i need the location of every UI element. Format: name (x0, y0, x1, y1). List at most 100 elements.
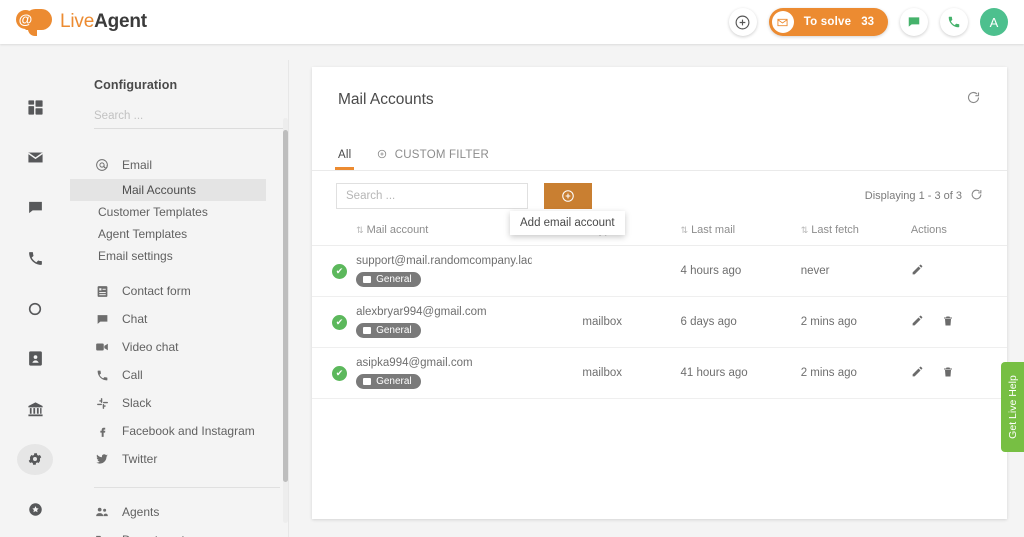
pagination-info: Displaying 1 - 3 of 3 (865, 188, 983, 204)
nav-label: Twitter (122, 452, 158, 466)
nav-item-call[interactable]: Call (94, 361, 266, 389)
app-root: @ LiveAgent To solve 33 A Configuration … (0, 0, 1024, 537)
col-mail-account-label: Mail account (366, 224, 429, 236)
facebook-icon (94, 425, 110, 438)
star-circle-icon (28, 503, 42, 516)
department-badge: General (356, 374, 421, 389)
rail-item-dashboard[interactable] (17, 92, 53, 123)
edit-button[interactable] (911, 314, 924, 330)
brand-agent: Agent (94, 11, 147, 32)
rail-item-help[interactable] (17, 494, 53, 525)
row-status: ✔ (312, 296, 357, 348)
add-email-account-button[interactable] (544, 183, 592, 209)
delete-button[interactable] (942, 366, 954, 381)
phone-icon (94, 369, 110, 382)
dashboard-icon (27, 100, 43, 115)
panel-header: Mail Accounts (312, 67, 1007, 132)
nav-item-slack[interactable]: Slack (94, 389, 266, 417)
search-input[interactable] (336, 183, 528, 209)
chat-button[interactable] (900, 8, 928, 36)
plus-circle-icon (562, 190, 574, 202)
header-actions: To solve 33 A (728, 8, 1008, 36)
tab-custom-filter[interactable]: CUSTOM FILTER (377, 149, 489, 170)
pencil-icon (912, 315, 923, 326)
envelope-icon (771, 11, 794, 33)
trash-icon (943, 367, 952, 376)
get-live-help-tab[interactable]: Get Live Help (1001, 362, 1024, 452)
col-last-mail[interactable]: ⇅ Last mail (680, 221, 801, 246)
rail-item-status[interactable] (17, 293, 53, 324)
department-label: General (376, 274, 412, 285)
table-row[interactable]: ✔ support@mail.randomcompany.lade Genera… (312, 245, 1007, 297)
department-badge: General (356, 272, 421, 287)
to-solve-pill[interactable]: To solve 33 (768, 8, 888, 36)
rail-item-chat[interactable] (17, 193, 53, 224)
nav-item-email[interactable]: Email (94, 151, 266, 179)
nav-item-departments[interactable]: Departments (94, 526, 266, 537)
rail-item-configuration[interactable] (17, 444, 53, 475)
row-actions (910, 347, 1007, 399)
rail-item-billing[interactable] (17, 394, 53, 425)
nav-label: Agents (122, 505, 160, 519)
edit-button[interactable] (911, 365, 924, 381)
nav-item-contact-form[interactable]: Contact form (94, 277, 266, 305)
nav-item-twitter[interactable]: Twitter (94, 445, 266, 473)
table-row[interactable]: ✔ alexbryar994@gmail.com General mailbox… (312, 296, 1007, 348)
edit-button[interactable] (911, 263, 924, 279)
nav-item-agents[interactable]: Agents (94, 498, 266, 526)
brand-logo[interactable]: @ LiveAgent (16, 9, 147, 36)
department-badge: General (356, 323, 421, 338)
sidebar-item-agent-templates[interactable]: Agent Templates (70, 223, 266, 245)
left-icon-rail (0, 44, 70, 537)
row-status: ✔ (312, 245, 357, 297)
phone-icon (28, 251, 42, 265)
row-type: mailbox (582, 296, 681, 348)
brand-text: LiveAgent (60, 11, 147, 33)
sidebar-item-email-settings[interactable]: Email settings (70, 245, 266, 267)
refresh-icon (967, 91, 980, 104)
nav-label: Call (122, 368, 143, 382)
user-avatar[interactable]: A (980, 8, 1008, 36)
sidebar-item-mail-accounts[interactable]: Mail Accounts (70, 179, 266, 201)
nav-label: Contact form (122, 284, 191, 298)
folder-icon (363, 276, 372, 283)
sidebar-item-customer-templates[interactable]: Customer Templates (70, 201, 266, 223)
status-active-icon: ✔ (332, 365, 347, 381)
col-status (312, 221, 357, 246)
phone-button[interactable] (940, 8, 968, 36)
col-last-fetch[interactable]: ⇅ Last fetch (800, 221, 911, 246)
table-refresh-button[interactable] (970, 188, 983, 204)
nav-label: Email (122, 158, 153, 172)
rail-item-mail[interactable] (17, 142, 53, 173)
row-last-mail: 4 hours ago (680, 245, 801, 297)
rail-item-contacts[interactable] (17, 343, 53, 374)
slack-icon (94, 397, 110, 410)
nav-item-facebook-instagram[interactable]: Facebook and Instagram (94, 417, 266, 445)
to-solve-label: To solve (803, 16, 852, 28)
config-search-input[interactable] (94, 110, 288, 129)
nav-item-chat[interactable]: Chat (94, 305, 266, 333)
row-account: alexbryar994@gmail.com General (356, 296, 583, 348)
status-active-icon: ✔ (332, 314, 347, 330)
panel-refresh-button[interactable] (966, 90, 981, 109)
nav-label: Chat (122, 312, 148, 326)
plus-circle-icon (735, 15, 750, 29)
displaying-label: Displaying 1 - 3 of 3 (864, 190, 962, 202)
table-toolbar: Displaying 1 - 3 of 3 Add email account (312, 171, 1007, 235)
status-active-icon: ✔ (332, 263, 347, 279)
departments-icon (94, 533, 110, 537)
department-label: General (376, 376, 412, 387)
bank-icon (27, 402, 43, 416)
delete-button[interactable] (942, 315, 954, 330)
get-live-help-label: Get Live Help (1006, 375, 1019, 439)
nav-item-video-chat[interactable]: Video chat (94, 333, 266, 361)
rail-item-call[interactable] (17, 243, 53, 274)
tab-all[interactable]: All (334, 149, 355, 170)
avatar-initial: A (989, 14, 999, 30)
add-new-button[interactable] (728, 8, 757, 36)
col-actions-label: Actions (910, 224, 947, 236)
contacts-icon (28, 351, 42, 366)
phone-icon (948, 16, 960, 28)
table-row[interactable]: ✔ asipka994@gmail.com General mailbox 41… (312, 347, 1007, 399)
row-type (582, 245, 681, 297)
